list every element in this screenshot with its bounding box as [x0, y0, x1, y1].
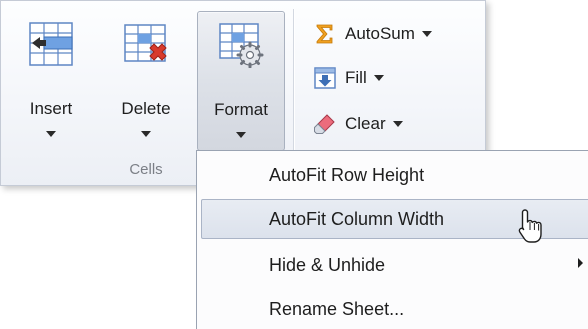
format-dropdown-menu: AutoFit Row Height AutoFit Column Width … [196, 150, 588, 329]
delete-cells-icon [124, 24, 167, 62]
menu-item-autofit-column-width[interactable]: AutoFit Column Width [201, 199, 588, 239]
menu-item-label: Rename Sheet... [269, 299, 405, 319]
menu-item-label: AutoFit Column Width [269, 209, 445, 229]
submenu-arrow-icon [578, 258, 583, 268]
delete-dropdown-arrow [141, 131, 151, 137]
fill-down-icon [314, 67, 336, 89]
format-dropdown-arrow [236, 132, 246, 138]
fill-button[interactable]: Fill [313, 63, 384, 93]
clear-dropdown-arrow [392, 121, 403, 127]
format-label: Format [214, 100, 268, 119]
app-stage: Insert Delete Format Cells AutoSum Fill … [0, 0, 588, 329]
autosum-button[interactable]: AutoSum [313, 19, 432, 49]
delete-label: Delete [121, 99, 171, 118]
insert-label: Insert [29, 99, 73, 118]
menu-item-label: AutoFit Row Height [269, 165, 425, 185]
menu-item-rename-sheet[interactable]: Rename Sheet... [201, 289, 588, 329]
delete-button[interactable]: Delete [105, 11, 187, 151]
clear-label: Clear [345, 114, 386, 133]
sigma-icon [316, 24, 333, 44]
fill-dropdown-arrow [373, 75, 384, 81]
menu-item-autofit-row-height[interactable]: AutoFit Row Height [201, 155, 588, 195]
autosum-label: AutoSum [345, 24, 415, 43]
insert-cells-icon [29, 22, 73, 66]
insert-button[interactable]: Insert [13, 11, 89, 151]
format-cells-icon [219, 23, 264, 68]
insert-dropdown-arrow [46, 131, 56, 137]
fill-label: Fill [345, 68, 367, 87]
autosum-dropdown-arrow [421, 31, 432, 37]
menu-item-hide-and-unhide[interactable]: Hide & Unhide [201, 245, 588, 285]
clear-button[interactable]: Clear [313, 109, 403, 139]
menu-item-label: Hide & Unhide [269, 255, 386, 275]
format-button[interactable]: Format [197, 11, 285, 151]
eraser-icon [314, 114, 335, 134]
